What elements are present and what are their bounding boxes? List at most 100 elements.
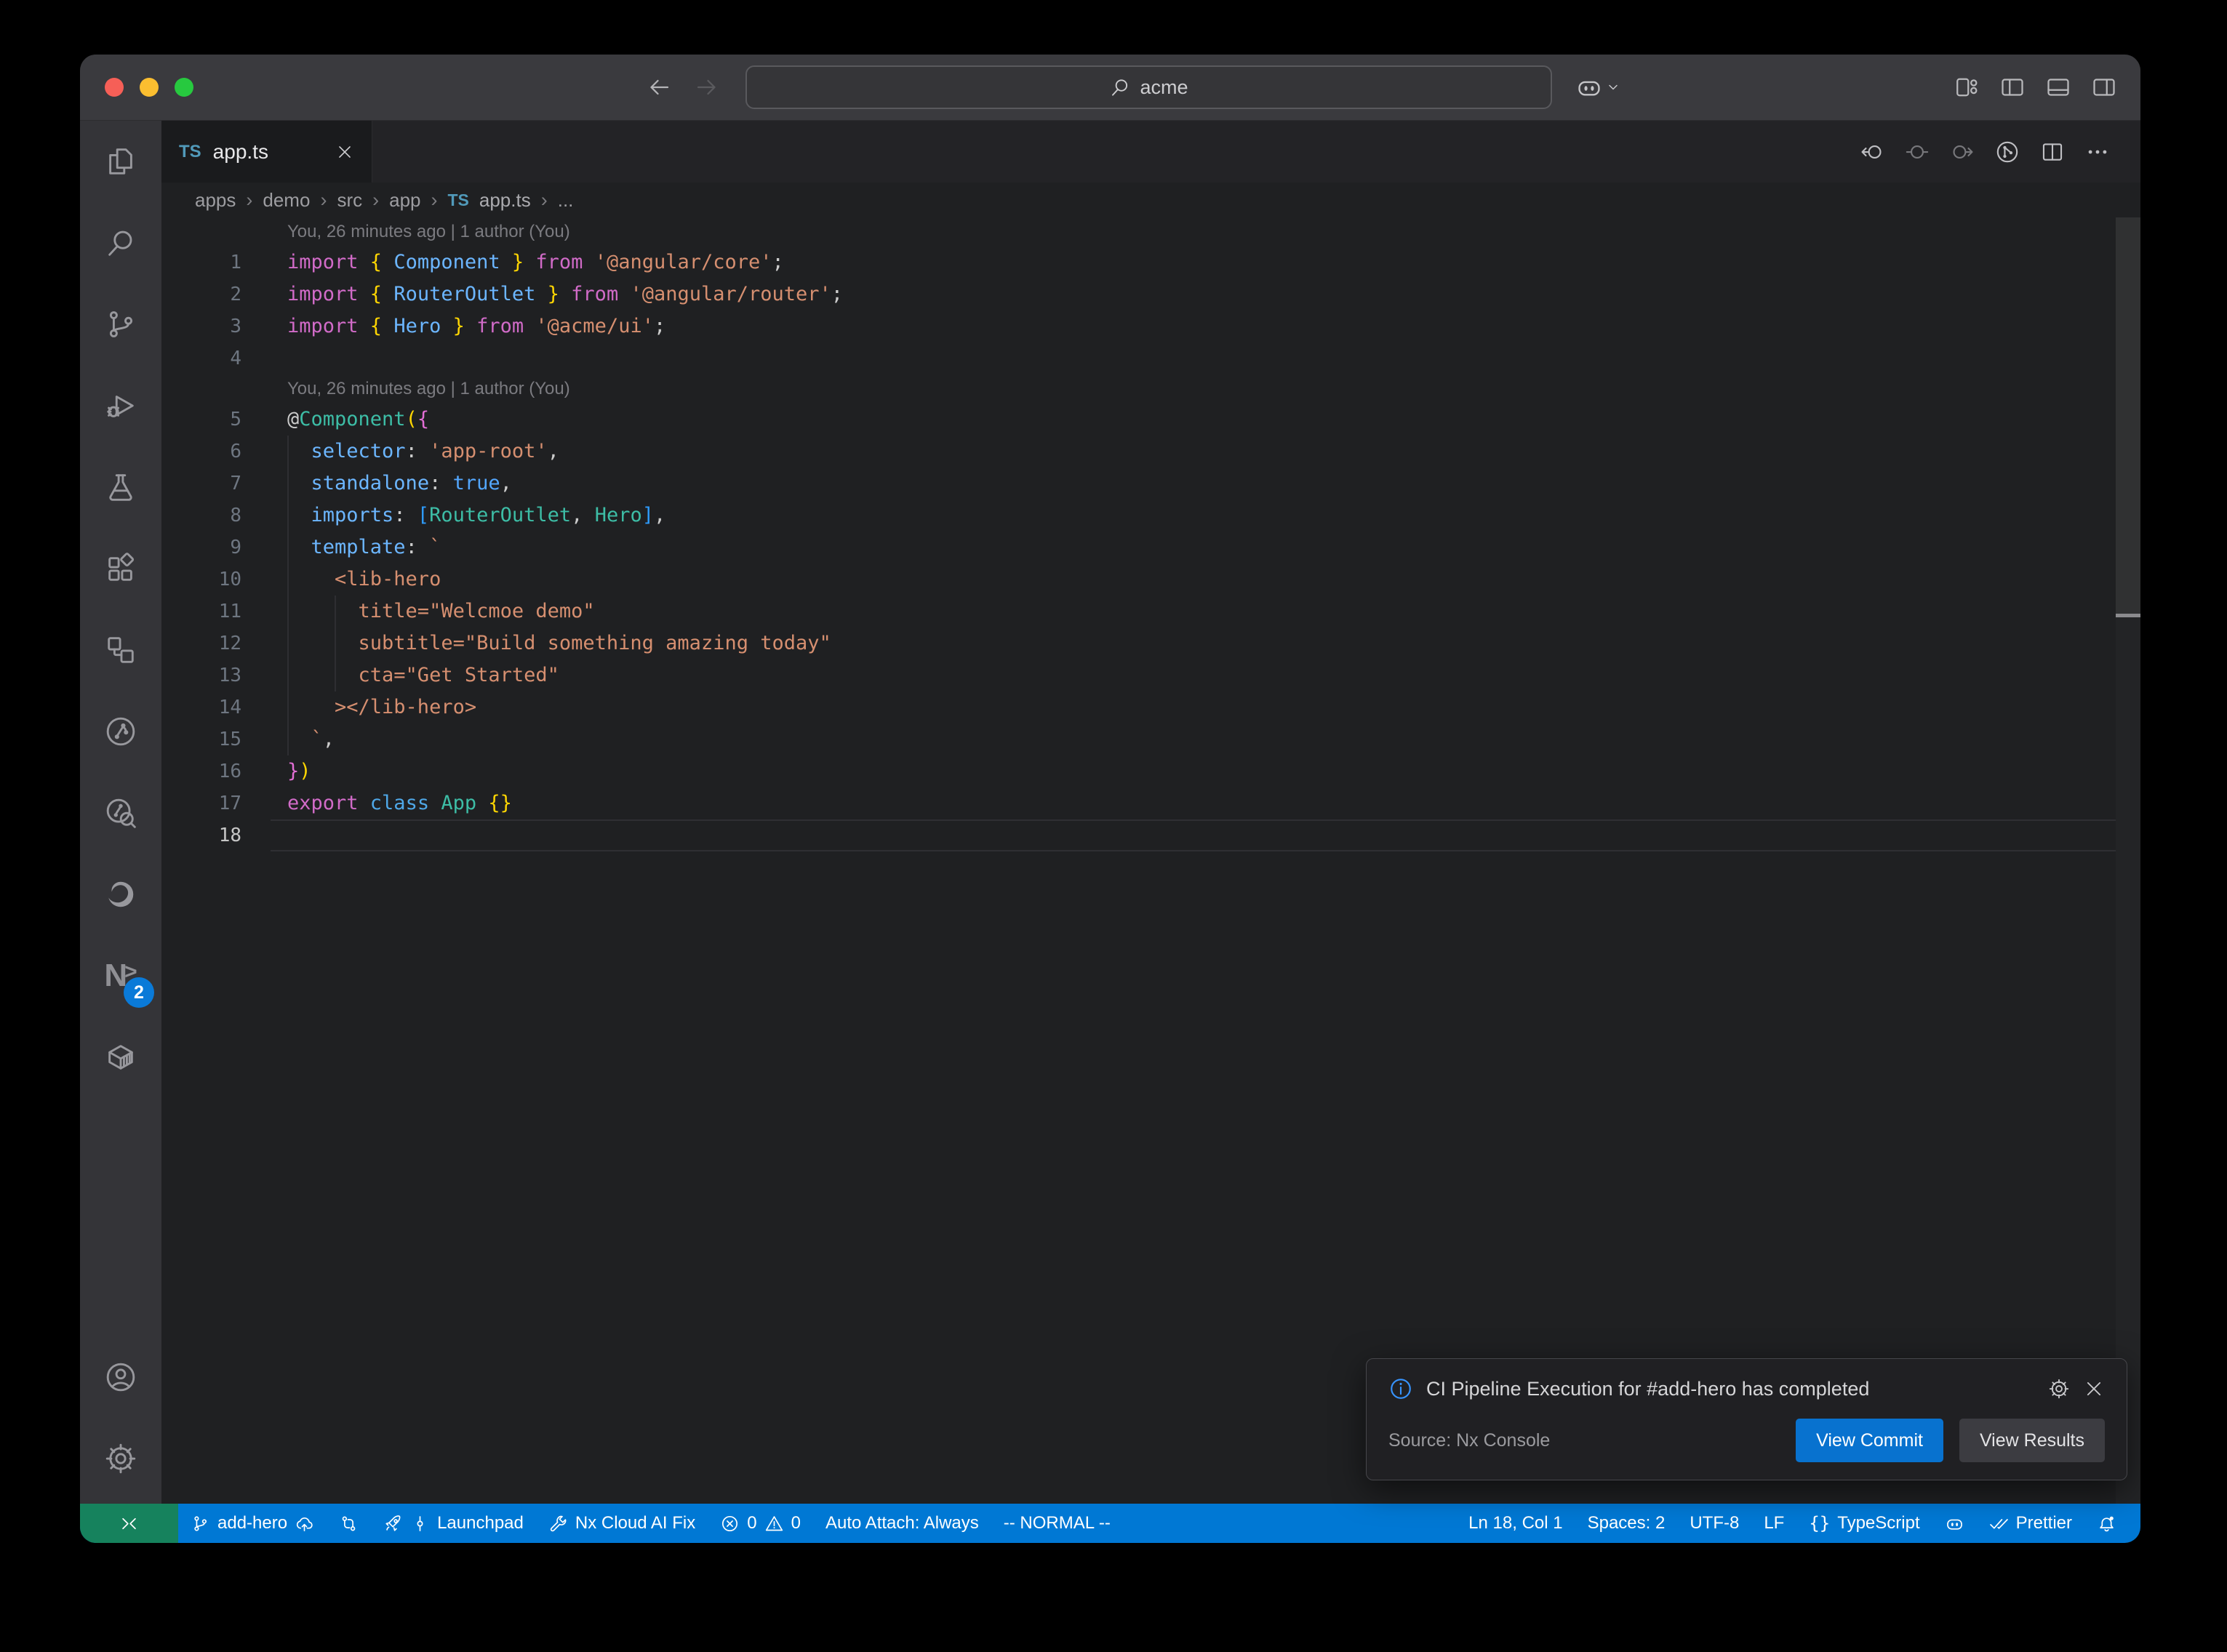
code-line-3[interactable]: 3import { Hero } from '@acme/ui'; [161, 310, 2111, 342]
command-center-search[interactable]: acme [745, 65, 1552, 109]
code-text: export class App {} [287, 787, 512, 819]
info-icon [1388, 1376, 1413, 1401]
status-copilot-status[interactable] [1932, 1504, 1977, 1543]
activity-search[interactable] [80, 202, 161, 284]
activity-settings[interactable] [80, 1418, 161, 1499]
status-indentation[interactable]: Spaces: 2 [1575, 1504, 1678, 1543]
status-gitlens-launchpad[interactable]: Launchpad [371, 1504, 536, 1543]
circle-dash-icon [1905, 140, 1930, 164]
status-nx-cloud-ai-fix[interactable]: Nx Cloud AI Fix [536, 1504, 708, 1543]
code-line-7[interactable]: 7 standalone: true, [161, 468, 2111, 500]
status-notifications-bell[interactable] [2084, 1504, 2129, 1543]
activity-run-and-debug[interactable] [80, 365, 161, 446]
status-branch-status[interactable]: add-hero [178, 1504, 327, 1543]
activity-accounts[interactable] [80, 1336, 161, 1418]
search-icon [104, 226, 137, 260]
code-line-1[interactable]: 1import { Component } from '@angular/cor… [161, 246, 2111, 278]
close-tab-button[interactable] [335, 143, 354, 161]
status-auto-attach[interactable]: Auto Attach: Always [813, 1504, 991, 1543]
copilot-menu-button[interactable] [1575, 55, 1622, 120]
status-bar: add-hero LaunchpadNx Cloud AI Fix00Auto A… [80, 1504, 2140, 1543]
line-number: 17 [161, 787, 241, 819]
status-encoding[interactable]: UTF-8 [1677, 1504, 1751, 1543]
customize-layout-button[interactable] [1954, 74, 1980, 100]
toggle-secondary-sidebar-button[interactable] [2091, 74, 2117, 100]
activity-explorer[interactable] [80, 121, 161, 202]
activity-edge-browser[interactable] [80, 854, 161, 935]
cloud-upload-icon [295, 1514, 314, 1533]
go-forward-button[interactable] [694, 74, 720, 100]
minimize-window-button[interactable] [140, 78, 159, 97]
open-next-change-button[interactable] [1950, 140, 1975, 164]
close-window-button[interactable] [105, 78, 124, 97]
code-line-2[interactable]: 2import { RouterOutlet } from '@angular/… [161, 278, 2111, 310]
view-results-button[interactable]: View Results [1959, 1419, 2105, 1462]
status-problems[interactable]: 00 [708, 1504, 813, 1543]
more-actions-button[interactable] [2085, 140, 2110, 164]
status-git-compare[interactable] [327, 1504, 371, 1543]
code-editor[interactable]: You, 26 minutes ago | 1 author (You)1imp… [161, 217, 2140, 1504]
status-vim-mode[interactable]: -- NORMAL -- [991, 1504, 1123, 1543]
breadcrumb-symbol[interactable]: ... [558, 189, 574, 212]
breadcrumb-file[interactable]: app.ts [479, 189, 531, 212]
code-line-12[interactable]: 12 subtitle="Build something amazing tod… [161, 627, 2111, 659]
activity-gitlens-inspect[interactable] [80, 772, 161, 854]
code-text: @Component({ [287, 404, 429, 436]
graph-circle-icon [1995, 140, 2020, 164]
activity-badge: 2 [124, 977, 154, 1008]
code-text: <lib-hero [287, 564, 441, 596]
code-line-5[interactable]: 5@Component({ [161, 404, 2111, 436]
code-line-10[interactable]: 10 <lib-hero [161, 564, 2111, 596]
layout-controls [1954, 55, 2117, 120]
split-editor-button[interactable] [2040, 140, 2065, 164]
status-eol[interactable]: LF [1751, 1504, 1796, 1543]
status-language-mode[interactable]: {}TypeScript [1796, 1504, 1932, 1543]
panel-right-icon [2091, 74, 2117, 100]
tab-app-ts[interactable]: TS app.ts [161, 121, 372, 183]
scrollbar-slider[interactable] [2116, 217, 2140, 615]
scrollbar[interactable] [2116, 217, 2140, 1504]
status-cursor-position[interactable]: Ln 18, Col 1 [1456, 1504, 1575, 1543]
status-formatter-prettier[interactable]: Prettier [1977, 1504, 2084, 1543]
code-line-15[interactable]: 15 `, [161, 723, 2111, 755]
panel-left-icon [1999, 74, 2026, 100]
code-line-16[interactable]: 16}) [161, 755, 2111, 787]
open-previous-change-button[interactable] [1860, 140, 1884, 164]
toggle-panel-button[interactable] [2045, 74, 2071, 100]
activity-testing[interactable] [80, 446, 161, 528]
activity-extensions[interactable] [80, 528, 161, 609]
notification-settings-button[interactable] [2048, 1378, 2070, 1400]
line-number: 15 [161, 723, 241, 755]
code-line-14[interactable]: 14 ></lib-hero> [161, 691, 2111, 723]
code-line-4[interactable]: 4 [161, 342, 2111, 374]
open-changes-button[interactable] [1905, 140, 1930, 164]
code-line-8[interactable]: 8 imports: [RouterOutlet, Hero], [161, 500, 2111, 532]
activity-containers[interactable] [80, 1017, 161, 1098]
gitlens-commit-graph-button[interactable] [1995, 140, 2020, 164]
code-line-9[interactable]: 9 template: ` [161, 532, 2111, 564]
notification-close-button[interactable] [2083, 1378, 2105, 1400]
activity-remote-explorer[interactable] [80, 609, 161, 691]
toggle-primary-sidebar-button[interactable] [1999, 74, 2026, 100]
code-line-18[interactable]: 18 [161, 819, 2111, 851]
activity-gitlens[interactable] [80, 691, 161, 772]
notification-source: Source: Nx Console [1388, 1430, 1780, 1451]
zoom-window-button[interactable] [175, 78, 193, 97]
activity-source-control[interactable] [80, 284, 161, 365]
code-text: standalone: true, [287, 468, 512, 500]
code-line-13[interactable]: 13 cta="Get Started" [161, 659, 2111, 691]
breadcrumb-item[interactable]: app [389, 189, 420, 212]
breadcrumb-item[interactable]: src [337, 189, 362, 212]
split-icon [2040, 140, 2065, 164]
view-commit-button[interactable]: View Commit [1796, 1419, 1943, 1462]
code-line-11[interactable]: 11 title="Welcmoe demo" [161, 596, 2111, 627]
extensions-icon [104, 552, 137, 585]
code-line-17[interactable]: 17 export class App {} [161, 787, 2111, 819]
line-number: 7 [161, 468, 241, 500]
code-line-6[interactable]: 6 selector: 'app-root', [161, 436, 2111, 468]
activity-nx-console[interactable]: N>2 [80, 935, 161, 1017]
go-back-button[interactable] [646, 74, 672, 100]
breadcrumb-item[interactable]: demo [263, 189, 310, 212]
breadcrumb-item[interactable]: apps [195, 189, 236, 212]
status-remote-indicator[interactable] [80, 1504, 178, 1543]
